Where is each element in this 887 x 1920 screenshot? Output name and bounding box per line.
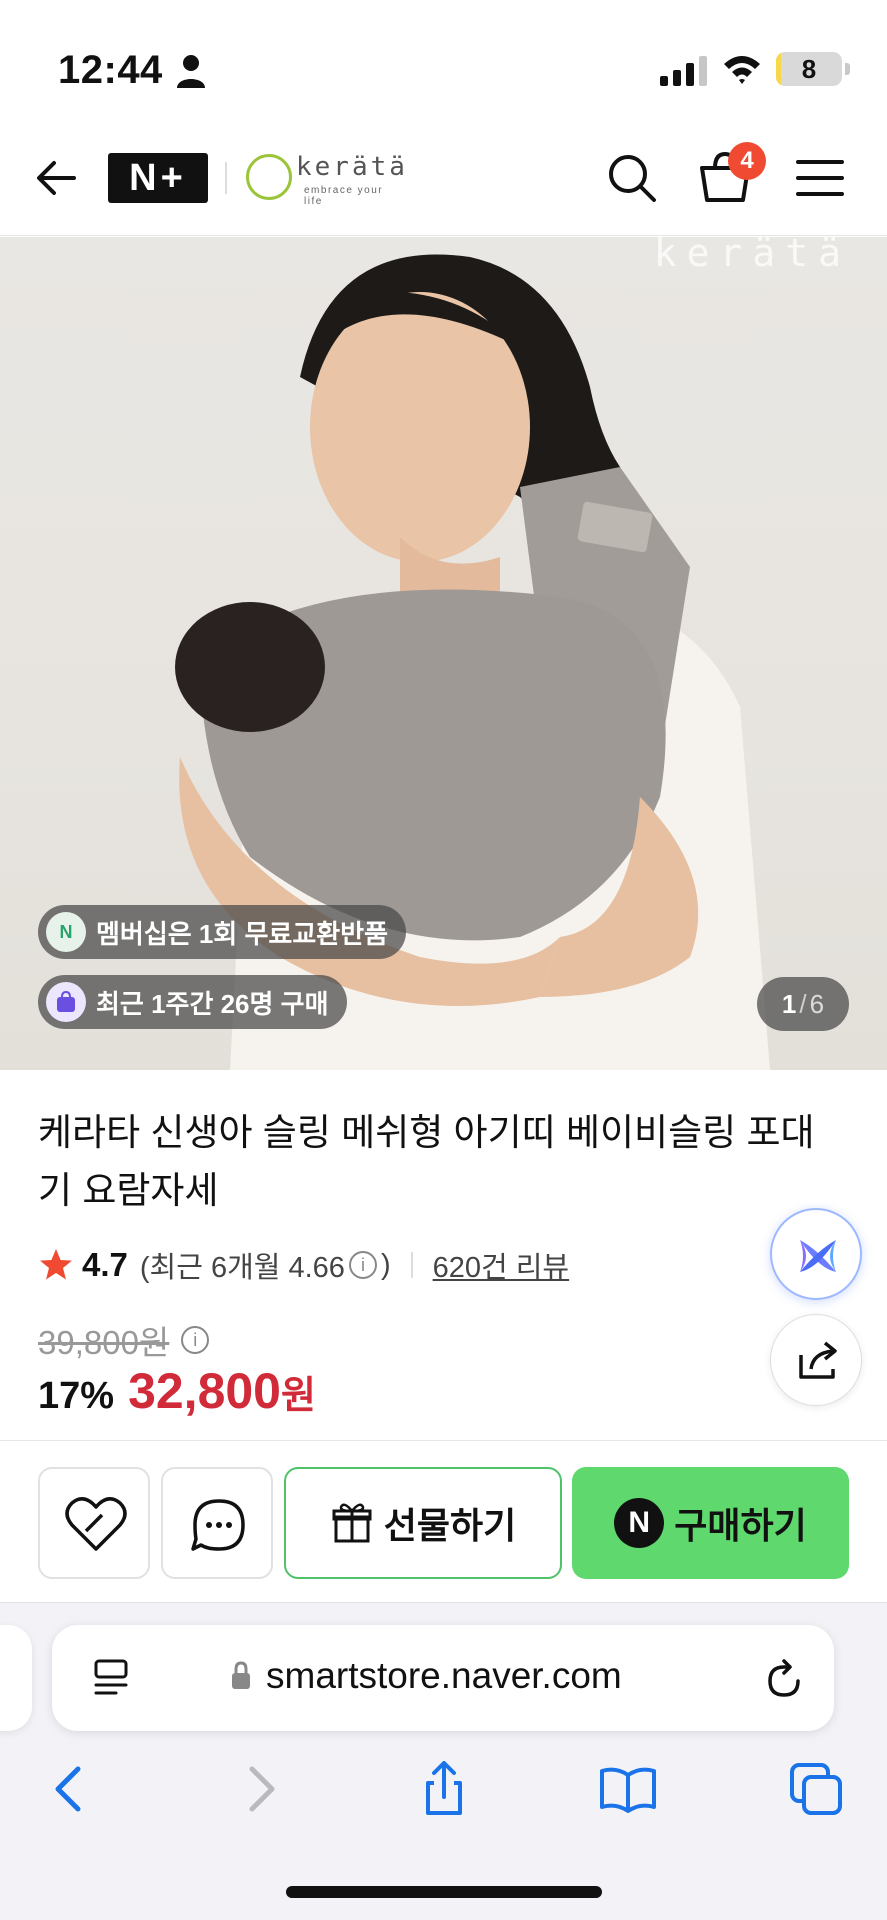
heart-icon [65, 1497, 127, 1551]
talk-talk-button[interactable] [161, 1467, 273, 1579]
bookmarks-icon[interactable] [600, 1761, 656, 1817]
person-icon [177, 55, 205, 88]
product-title: 케라타 신생아 슬링 메쉬형 아기띠 베이비슬링 포대기 요람자세 [38, 1112, 815, 1211]
browser-back-icon[interactable] [42, 1761, 98, 1817]
browser-toolbar: smartstore.naver.com [0, 1602, 887, 1920]
price-currency: 원 [281, 1375, 316, 1417]
logo-divider [225, 162, 227, 194]
search-icon[interactable] [606, 152, 658, 204]
url-text: smartstore.naver.com [266, 1655, 622, 1696]
recent-rating-text: (최근 6개월 4.66 [139, 1252, 345, 1284]
rating-info-icon[interactable]: i [348, 1251, 377, 1279]
brand-logo-word: kerätä [296, 152, 408, 182]
price-info-icon[interactable]: i [181, 1326, 210, 1354]
menu-icon[interactable] [796, 158, 844, 198]
rating-row: 4.7 (최근 6개월 4.66 i ) 620건 리뷰 [38, 1240, 569, 1290]
rating-score: 4.7 [82, 1246, 128, 1283]
naver-pay-icon: N [614, 1498, 665, 1548]
brand-logo[interactable]: kerätä embrace your life [246, 152, 408, 207]
gift-button[interactable]: 선물하기 [284, 1467, 562, 1579]
rating-divider [410, 1252, 413, 1278]
shopping-bag-icon [46, 982, 86, 1022]
wifi-icon [724, 56, 760, 84]
battery-tip [845, 63, 850, 75]
home-indicator [286, 1886, 602, 1898]
review-count-link[interactable]: 620건 리뷰 [433, 1244, 569, 1286]
product-image-carousel[interactable]: kerätä N 멤버십은 1회 무료교환반품 최근 1주간 26명 구매 1 … [0, 237, 887, 1070]
store-header: N+ kerätä embrace your life 4 [0, 120, 887, 236]
cellular-signal-icon [660, 56, 707, 86]
share-icon [799, 1341, 837, 1379]
recent-purchase-badge: 최근 1주간 26명 구매 [38, 975, 347, 1029]
battery-level: 8 [801, 54, 817, 84]
image-watermark: kerätä [653, 237, 851, 275]
tabs-icon[interactable] [788, 1761, 844, 1817]
gift-button-label: 선물하기 [383, 1505, 517, 1546]
brand-tagline: embrace your life [304, 185, 384, 207]
discount-rate: 17% [38, 1375, 115, 1417]
wishlist-button[interactable] [38, 1467, 150, 1579]
ai-sparkle-icon [800, 1240, 836, 1272]
star-icon [40, 1249, 72, 1280]
recent-purchase-text: 최근 1주간 26명 구매 [96, 988, 329, 1019]
purchase-action-bar: 선물하기 N 구매하기 [0, 1440, 887, 1602]
membership-promo-badge: N 멤버십은 1회 무료교환반품 [38, 905, 407, 959]
share-button[interactable] [770, 1314, 862, 1406]
status-time: 12:44 [58, 48, 163, 92]
browser-share-icon[interactable] [416, 1761, 472, 1817]
back-arrow-icon[interactable] [32, 154, 80, 202]
image-page-indicator: 1 / 6 [757, 977, 849, 1031]
brand-logo-mark [246, 154, 292, 200]
cart-count-badge: 4 [728, 142, 766, 180]
nplus-logo[interactable]: N+ [108, 153, 208, 203]
reload-icon[interactable] [762, 1657, 806, 1701]
lock-icon [232, 1661, 250, 1689]
browser-forward-icon[interactable] [232, 1761, 288, 1817]
page-menu-icon[interactable] [92, 1657, 130, 1701]
battery-icon: 8 [776, 52, 842, 86]
gift-icon [332, 1503, 372, 1543]
page-total: 6 [809, 988, 825, 1019]
original-price-row: 39,800원 i [38, 1316, 213, 1364]
buy-button[interactable]: N 구매하기 [572, 1467, 849, 1579]
price-row: 17% 32,800 원 [38, 1362, 316, 1420]
chat-bubble-icon [191, 1499, 245, 1551]
previous-tab-preview[interactable] [0, 1625, 32, 1731]
address-bar[interactable]: smartstore.naver.com [52, 1625, 834, 1731]
recent-rating-close: ) [380, 1248, 391, 1281]
page-current: 1 [781, 988, 797, 1019]
original-price: 39,800원 [38, 1324, 170, 1361]
membership-icon: N [46, 912, 86, 952]
status-bar: 12:44 8 [0, 0, 887, 120]
membership-promo-text: 멤버십은 1회 무료교환반품 [96, 918, 389, 949]
sale-price: 32,800 [128, 1363, 281, 1419]
page-separator: / [799, 988, 807, 1019]
ai-assistant-button[interactable] [770, 1208, 862, 1300]
buy-button-label: 구매하기 [674, 1505, 807, 1546]
